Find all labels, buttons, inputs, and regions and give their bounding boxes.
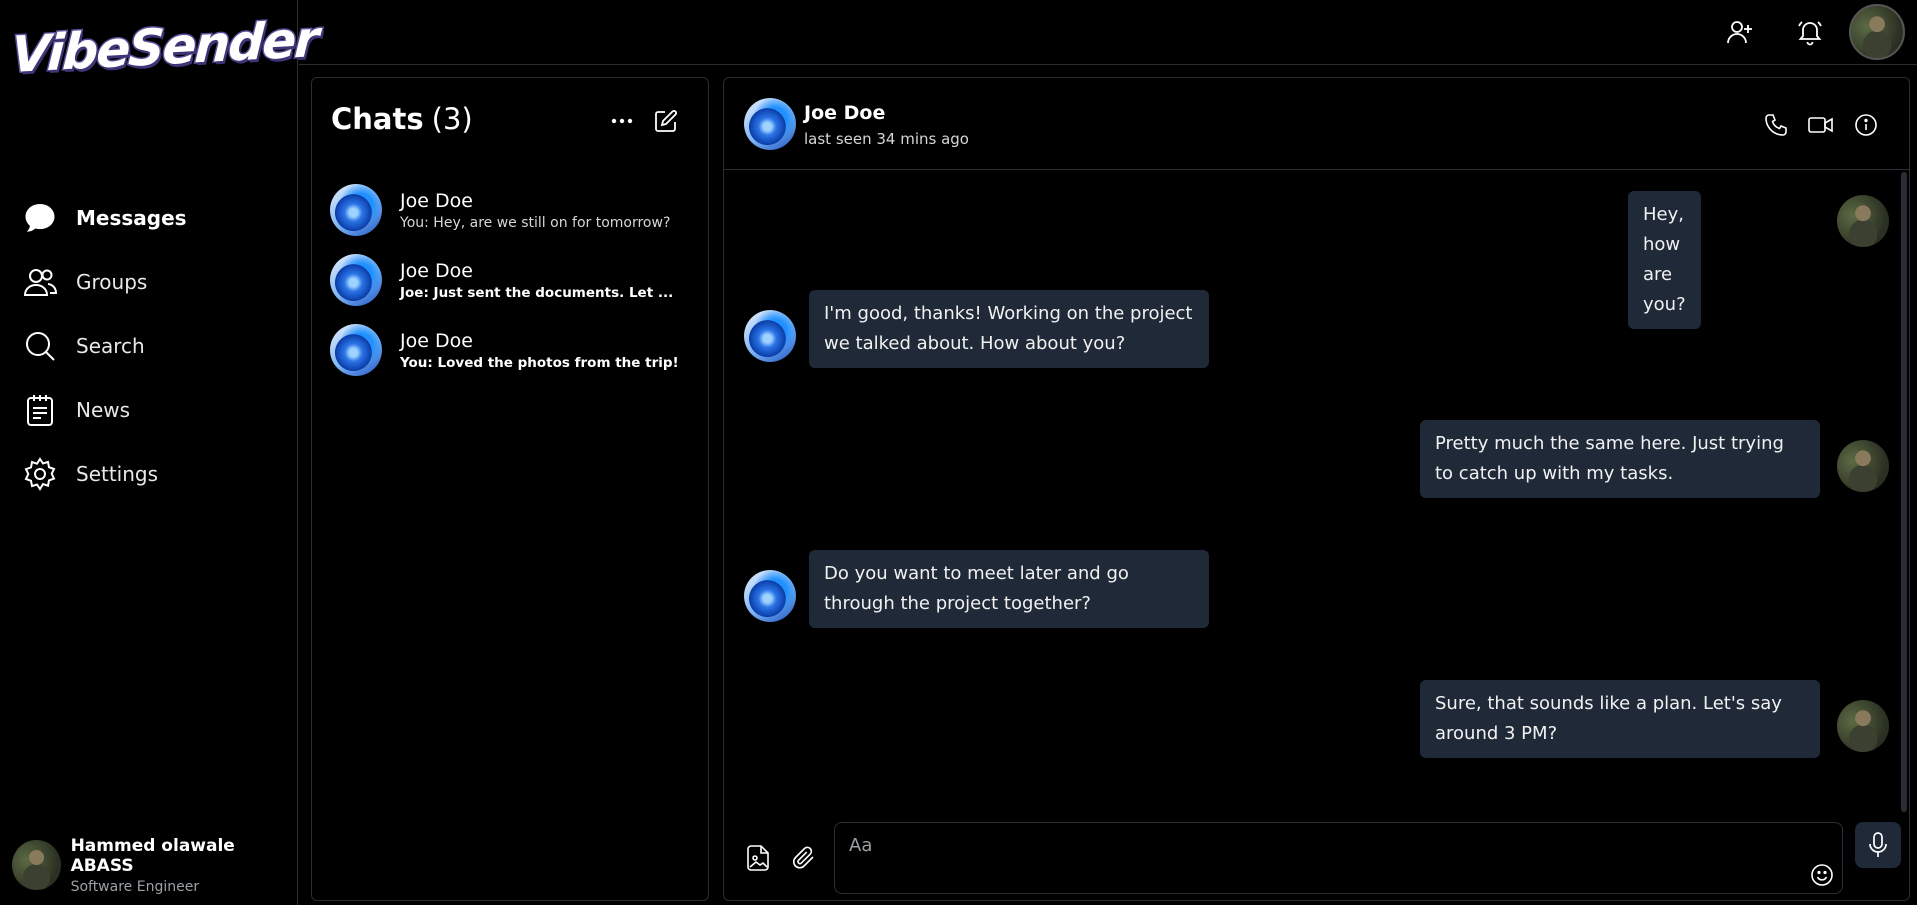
avatar — [330, 184, 382, 236]
avatar — [744, 570, 796, 622]
account-avatar-button[interactable] — [1849, 4, 1905, 60]
messages-scrollbar[interactable] — [1901, 172, 1907, 812]
sidebar-item-search[interactable]: Search — [22, 326, 145, 366]
top-bar-actions — [1705, 0, 1905, 64]
paperclip-icon — [792, 846, 816, 870]
phone-icon — [1764, 113, 1788, 137]
news-icon — [22, 392, 58, 428]
voice-call-button[interactable] — [1758, 107, 1794, 143]
avatar — [1837, 440, 1889, 492]
message-input-box[interactable] — [834, 822, 1843, 894]
avatar — [330, 254, 382, 306]
user-profile[interactable]: Hammed olawale ABASS Software Engineer — [12, 835, 297, 895]
avatar — [1837, 195, 1889, 247]
top-bar — [299, 0, 1917, 65]
sidebar-item-label: News — [76, 398, 131, 422]
sidebar-item-label: Settings — [76, 462, 159, 486]
profile-name: Hammed olawale ABASS — [70, 835, 235, 876]
chat-preview: You: Loved the photos from the trip! — [400, 354, 679, 371]
attach-file-button[interactable] — [786, 840, 822, 876]
emoji-icon[interactable] — [1810, 863, 1834, 887]
sidebar-item-settings[interactable]: Settings — [22, 454, 158, 494]
chats-count: (3) — [431, 102, 473, 136]
chat-bubble-icon — [22, 200, 58, 236]
message-bubble: Do you want to meet later and go through… — [809, 550, 1209, 628]
message-bubble: I'm good, thanks! Working on the project… — [809, 290, 1209, 368]
image-file-icon — [747, 845, 769, 871]
add-user-icon — [1726, 18, 1754, 46]
chats-panel: Chats (3) Joe Doe You: Hey, are we still … — [311, 77, 709, 901]
chat-list-item[interactable]: Joe Doe Joe: Just sent the documents. Le… — [330, 251, 700, 309]
microphone-icon — [1868, 832, 1888, 858]
message-bubble: Hey, how are you? — [1628, 191, 1701, 329]
avatar — [744, 310, 796, 362]
chat-name: Joe Doe — [400, 259, 473, 282]
chat-list-item[interactable]: Joe Doe You: Hey, are we still on for to… — [330, 181, 700, 239]
sidebar: VibeSender Messages Groups Search News S… — [0, 0, 320, 905]
app-logo-text: VibeSender — [8, 9, 320, 86]
info-icon — [1854, 113, 1878, 137]
avatar — [12, 840, 61, 890]
voice-message-button[interactable] — [1855, 822, 1901, 868]
message-bubble: Sure, that sounds like a plan. Let's say… — [1420, 680, 1820, 758]
more-horizontal-icon — [611, 118, 633, 124]
message-bubble: Pretty much the same here. Just trying t… — [1420, 420, 1820, 498]
chat-preview: Joe: Just sent the documents. Let ... — [400, 284, 674, 301]
chats-more-button[interactable] — [605, 104, 639, 138]
edit-icon — [654, 109, 678, 133]
gear-icon — [22, 456, 58, 492]
chats-title: Chats (3) — [331, 102, 473, 136]
sidebar-item-groups[interactable]: Groups — [22, 262, 147, 302]
video-call-button[interactable] — [1803, 107, 1839, 143]
message-composer — [724, 814, 1909, 900]
add-friend-button[interactable] — [1705, 6, 1775, 58]
users-icon — [22, 264, 58, 300]
sidebar-item-messages[interactable]: Messages — [22, 198, 187, 238]
sidebar-item-label: Messages — [76, 206, 187, 230]
chat-name: Joe Doe — [400, 189, 473, 212]
chats-title-label: Chats — [331, 102, 424, 136]
bell-icon — [1796, 18, 1824, 46]
avatar — [1837, 700, 1889, 752]
avatar — [330, 324, 382, 376]
search-icon — [22, 328, 58, 364]
sidebar-item-label: Groups — [76, 270, 148, 294]
notifications-button[interactable] — [1775, 6, 1845, 58]
conversation-panel: Joe Doe last seen 34 mins ago Hey, how a… — [723, 77, 1910, 901]
profile-role: Software Engineer — [70, 878, 200, 895]
video-camera-icon — [1808, 115, 1834, 135]
contact-name[interactable]: Joe Doe — [804, 102, 885, 124]
app-logo[interactable]: VibeSender — [8, 9, 320, 98]
message-input[interactable] — [849, 833, 1749, 857]
avatar[interactable] — [744, 98, 796, 150]
contact-status: last seen 34 mins ago — [804, 130, 969, 148]
sidebar-item-label: Search — [76, 334, 145, 358]
info-button[interactable] — [1848, 107, 1884, 143]
chat-preview: You: Hey, are we still on for tomorrow? — [400, 214, 671, 231]
new-chat-button[interactable] — [649, 104, 683, 138]
conversation-header: Joe Doe last seen 34 mins ago — [724, 78, 1909, 170]
sidebar-item-news[interactable]: News — [22, 390, 130, 430]
chat-list-item[interactable]: Joe Doe You: Loved the photos from the t… — [330, 321, 700, 379]
chat-name: Joe Doe — [400, 329, 473, 352]
attach-image-button[interactable] — [740, 840, 776, 876]
